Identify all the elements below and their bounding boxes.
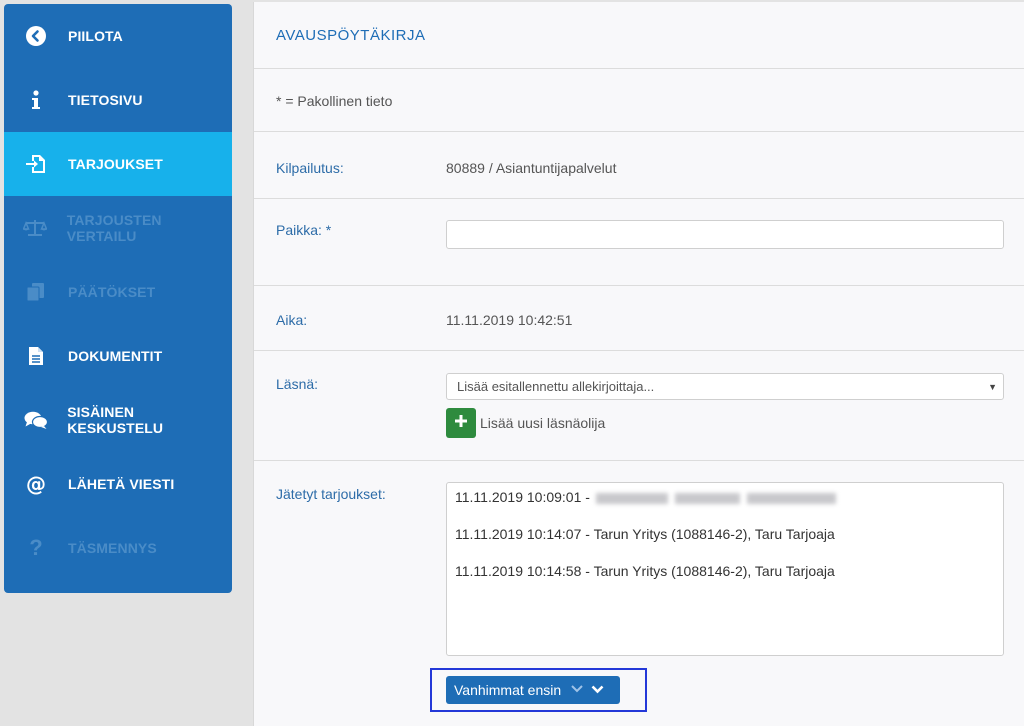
sidebar-item-label: PIILOTA <box>68 28 123 44</box>
required-note-row: * = Pakollinen tieto <box>254 69 1024 132</box>
attendee-select[interactable]: Lisää esitallennettu allekirjoittaja... … <box>446 373 1004 400</box>
balance-scale-icon <box>4 196 67 260</box>
redacted-text <box>595 492 836 504</box>
plus-icon <box>454 414 468 433</box>
paikka-row: Paikka: * <box>254 199 1024 286</box>
decision-icon <box>4 260 68 324</box>
page-header: AVAUSPÖYTÄKIRJA <box>254 2 1024 69</box>
list-item[interactable]: 11.11.2019 10:14:58 - Tarun Yritys (1088… <box>455 563 835 579</box>
sidebar-item-label: TARJOUKSET <box>68 156 163 172</box>
sidebar-item-tasmennys: ? TÄSMENNYS <box>4 516 232 580</box>
sidebar-item-label: LÄHETÄ VIESTI <box>68 476 175 492</box>
sidebar-item-tarjousten-vertailu: TARJOUSTEN VERTAILU <box>4 196 232 260</box>
offers-label: Jätetyt tarjoukset: <box>276 486 386 502</box>
sort-order-label: Vanhimmat ensin <box>454 682 562 698</box>
sidebar-item-label: TIETOSIVU <box>68 92 143 108</box>
list-item[interactable]: 11.11.2019 10:09:01 - <box>455 489 836 505</box>
offers-list[interactable]: 11.11.2019 10:09:01 - 11.11.2019 10:14:0… <box>446 482 1004 656</box>
info-icon <box>4 68 68 132</box>
chevron-left-circle-icon <box>4 4 68 68</box>
sidebar-item-dokumentit[interactable]: DOKUMENTIT <box>4 324 232 388</box>
at-sign-icon: @ <box>26 472 46 496</box>
sidebar-item-sisainen-keskustelu[interactable]: SISÄINEN KESKUSTELU <box>4 388 232 452</box>
question-icon: ? <box>29 535 43 560</box>
add-attendee-button[interactable] <box>446 408 476 438</box>
paikka-label: Paikka: * <box>276 222 332 238</box>
sidebar-item-paatokset: PÄÄTÖKSET <box>4 260 232 324</box>
sidebar-item-label: TÄSMENNYS <box>68 540 157 556</box>
required-note: * = Pakollinen tieto <box>276 93 393 109</box>
sidebar-item-tietosivu[interactable]: TIETOSIVU <box>4 68 232 132</box>
sidebar-item-piilota[interactable]: PIILOTA <box>4 4 232 68</box>
attendee-select-placeholder: Lisää esitallennettu allekirjoittaja... <box>457 379 655 394</box>
list-item[interactable]: 11.11.2019 10:14:07 - Tarun Yritys (1088… <box>455 526 835 542</box>
sidebar-item-label: SISÄINEN KESKUSTELU <box>67 404 164 436</box>
sidebar-item-laheta-viesti[interactable]: @ LÄHETÄ VIESTI <box>4 452 232 516</box>
sidebar-item-label: DOKUMENTIT <box>68 348 163 364</box>
sort-order-dropdown[interactable]: Vanhimmat ensin <box>446 676 620 704</box>
aika-row: Aika: 11.11.2019 10:42:51 <box>254 286 1024 351</box>
aika-label: Aika: <box>276 312 308 328</box>
sidebar-item-label: PÄÄTÖKSET <box>68 284 156 300</box>
chevron-down-icon <box>591 683 604 697</box>
sort-highlight-frame: Vanhimmat ensin <box>430 668 647 712</box>
add-attendee-label[interactable]: Lisää uusi läsnäolija <box>480 415 605 431</box>
caret-down-icon: ▼ <box>988 382 997 392</box>
kilpailutus-row: Kilpailutus: 80889 / Asiantuntijapalvelu… <box>254 132 1024 199</box>
comments-icon <box>4 388 67 452</box>
sidebar: PIILOTA TIETOSIVU TARJOUKSET TARJOUSTEN … <box>4 4 232 593</box>
lasna-label: Läsnä: <box>276 376 319 392</box>
kilpailutus-label: Kilpailutus: <box>276 160 344 176</box>
sidebar-item-label: TARJOUSTEN VERTAILU <box>66 212 162 244</box>
kilpailutus-value: 80889 / Asiantuntijapalvelut <box>446 160 617 176</box>
chevron-down-icon <box>571 684 583 696</box>
lasna-row: Läsnä: Lisää esitallennettu allekirjoitt… <box>254 351 1024 461</box>
page-title: AVAUSPÖYTÄKIRJA <box>276 26 426 44</box>
document-icon <box>4 324 68 388</box>
file-import-icon <box>4 132 68 196</box>
aika-value: 11.11.2019 10:42:51 <box>446 312 573 328</box>
main-panel: AVAUSPÖYTÄKIRJA * = Pakollinen tieto Kil… <box>253 2 1024 726</box>
sidebar-item-tarjoukset[interactable]: TARJOUKSET <box>4 132 232 196</box>
paikka-input[interactable] <box>446 220 1004 249</box>
